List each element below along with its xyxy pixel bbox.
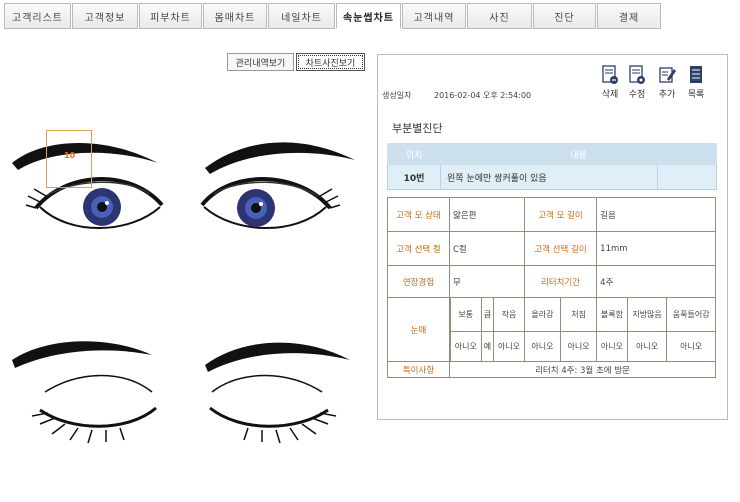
curl-value: C컬 [449, 231, 525, 266]
eye-shape-label: 눈매 [387, 297, 450, 362]
notes-label: 특이사항 [387, 361, 450, 378]
eye-shape-header: 올라감 [523, 297, 561, 332]
eye-closed-left [31, 374, 157, 444]
eye-shape-header: 작음 [493, 297, 525, 332]
cell-empty [657, 164, 717, 190]
eyebrow-lower-left [12, 341, 152, 368]
detail-panel: 생성일자 2016-02-04 오후 2:54:00 삭제 수정 추가 목록 부… [377, 54, 728, 420]
eye-shape-value: 아니오 [450, 331, 482, 362]
eye-shape-value: 아니오 [596, 331, 628, 362]
eye-shape-value: 아니오 [666, 331, 716, 362]
eye-shape-value: 예 [480, 331, 495, 362]
hair-state-label: 고객 모 상태 [387, 197, 450, 232]
eyebrow-lower-right [205, 342, 350, 372]
hair-state-value: 얇은편 [449, 197, 525, 232]
created-date-label: 생성일자 [382, 91, 412, 100]
edit-icon [629, 65, 645, 84]
notes-value: 리터치 4주: 3월 초에 방문 [449, 361, 716, 378]
retouch-period-label: 리터치기간 [523, 265, 598, 298]
hair-length-value: 길음 [596, 197, 716, 232]
eyelash-chart-table: 고객 모 상태 얇은편 고객 모 길이 길음 고객 선택 컬 C컬 고객 선택 … [387, 197, 716, 378]
eye-open-right [200, 177, 341, 229]
edit-label: 수정 [628, 90, 646, 100]
eye-shape-header: 처짐 [559, 297, 598, 332]
section-title: 부분별진단 [392, 122, 443, 135]
eye-shape-header: 보통 [450, 297, 482, 332]
part-diagnosis-table: 위치 내용 10번 왼쪽 눈에만 쌍커풀이 있음 [387, 143, 717, 190]
tab-photo[interactable]: 사진 [467, 3, 532, 29]
list-label: 목록 [687, 90, 705, 100]
created-date-value: 2016-02-04 오후 2:54:00 [434, 91, 532, 100]
hair-length-label: 고객 모 길이 [523, 197, 598, 232]
eye-diagram [12, 142, 355, 444]
list-button[interactable]: 목록 [683, 65, 709, 100]
curl-label: 고객 선택 컬 [387, 231, 450, 266]
eye-shape-value: 아니오 [626, 331, 668, 362]
selected-length-label: 고객 선택 길이 [523, 231, 598, 266]
diagnosis-marker-label: 10 [64, 151, 76, 160]
eye-shape-value: 아니오 [493, 331, 525, 362]
delete-label: 삭제 [601, 90, 619, 100]
eye-shape-header: 움푹들어감 [666, 297, 716, 332]
created-date-row: 생성일자 2016-02-04 오후 2:54:00 [382, 90, 551, 101]
add-label: 추가 [658, 90, 676, 100]
tab-customer-history[interactable]: 고객내역 [402, 3, 466, 29]
delete-button[interactable]: 삭제 [597, 65, 623, 100]
eye-closed-right [209, 374, 337, 444]
cell-position: 10번 [387, 164, 441, 190]
tab-diagnosis[interactable]: 진단 [533, 3, 596, 29]
retouch-period-value: 4주 [596, 265, 716, 298]
add-icon [659, 67, 676, 83]
cell-content: 왼쪽 눈에만 쌍커풀이 있음 [440, 164, 658, 190]
eye-shape-header: 볼록함 [596, 297, 628, 332]
eye-shape-header: 큼 [480, 297, 495, 332]
edit-button[interactable]: 수정 [624, 65, 650, 100]
selected-length-value: 11mm [596, 231, 716, 266]
table-row[interactable]: 10번 왼쪽 눈에만 쌍커풀이 있음 [387, 164, 717, 190]
list-icon [690, 66, 702, 83]
add-button[interactable]: 추가 [654, 65, 680, 100]
extension-experience-value: 무 [449, 265, 525, 298]
tab-payment[interactable]: 결제 [597, 3, 661, 29]
col-position: 위치 [387, 143, 441, 165]
eye-shape-value: 아니오 [523, 331, 561, 362]
extension-experience-label: 연장경험 [387, 265, 450, 298]
eye-shape-header: 지방많음 [626, 297, 668, 332]
delete-icon [602, 65, 618, 84]
col-content: 내용 [440, 143, 717, 165]
eyebrow-upper-right [205, 142, 355, 174]
eye-shape-value: 아니오 [559, 331, 598, 362]
